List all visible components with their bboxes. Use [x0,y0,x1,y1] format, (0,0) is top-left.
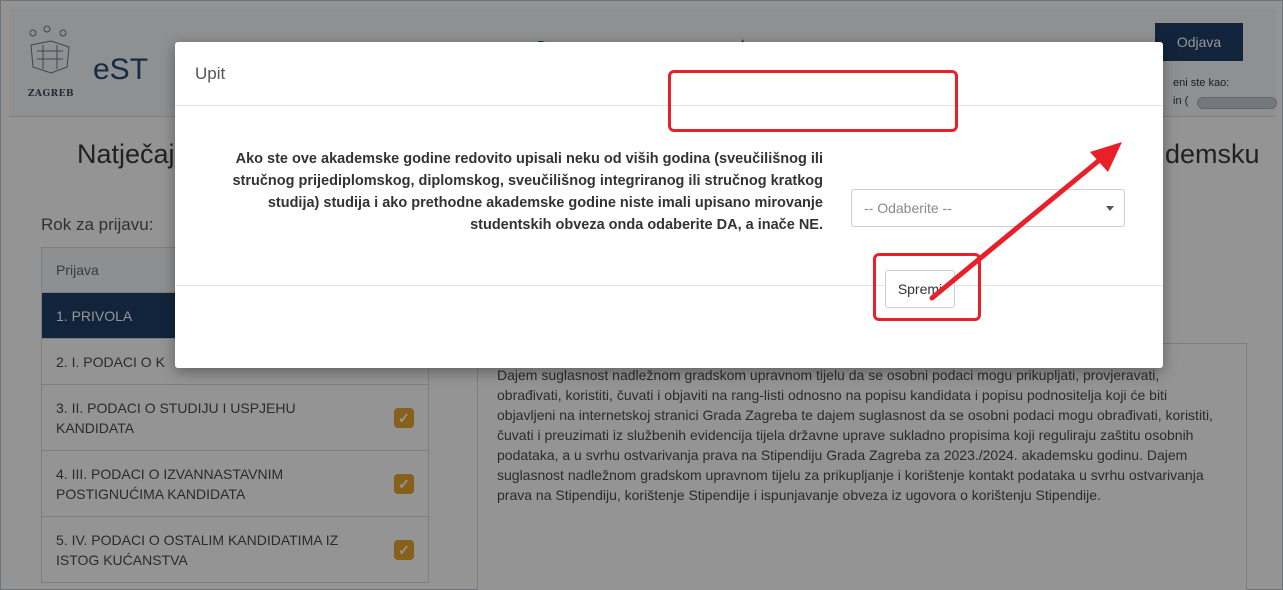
question-text: Ako ste ove akademske godine redovito up… [232,151,823,233]
annotation-highlight-save [873,253,981,321]
select-value: -- Odaberite -- [864,200,952,216]
modal-title: Upit [195,63,226,83]
modal-body: Ako ste ove akademske godine redovito up… [175,106,1163,286]
annotation-highlight-select [668,70,958,132]
chevron-down-icon [1106,205,1114,211]
answer-select[interactable]: -- Odaberite -- [851,189,1125,227]
modal-footer [175,286,1163,366]
